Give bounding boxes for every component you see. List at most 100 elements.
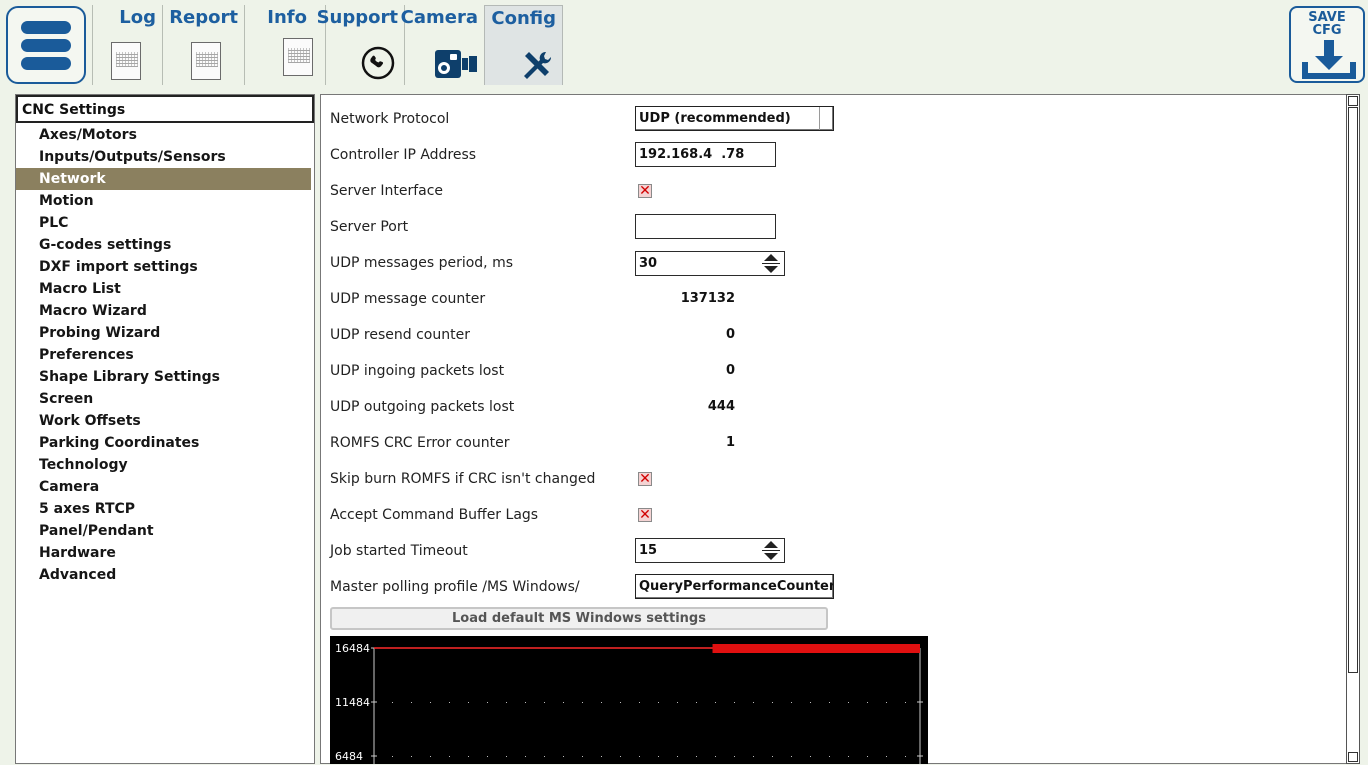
scroll-thumb[interactable]: [1348, 107, 1358, 673]
chart-grid-dot: [772, 756, 773, 757]
udp-in-lost-value: 0: [725, 363, 735, 378]
udp-period-spinbox[interactable]: 30: [635, 251, 785, 276]
server-port-label: Server Port: [330, 219, 409, 235]
sidebar-item-camera[interactable]: Camera: [16, 476, 314, 498]
sidebar-item-work-offsets[interactable]: Work Offsets: [16, 410, 314, 432]
chart-grid-dot: [829, 702, 830, 703]
save-config-button[interactable]: SAVE CFG: [1289, 6, 1365, 83]
sidebar-item-macro-list[interactable]: Macro List: [16, 278, 314, 300]
tree-list: Axes/Motors Inputs/Outputs/Sensors Network…: [16, 124, 314, 586]
sidebar-item-dxf-import-settings[interactable]: DXF import settings: [16, 256, 314, 278]
tab-log[interactable]: Log: [92, 5, 162, 85]
menu-bar-icon: [21, 39, 71, 52]
scroll-down-button[interactable]: [1348, 752, 1358, 762]
network-protocol-select[interactable]: UDP (recommended): [635, 106, 834, 131]
tab-report[interactable]: Report: [162, 5, 244, 85]
chart-grid-dot: [449, 756, 450, 757]
chart-grid-dot: [411, 756, 412, 757]
scroll-up-button[interactable]: [1348, 96, 1358, 106]
accept-lags-checkbox[interactable]: ✕: [638, 507, 652, 523]
polling-profile-label: Master polling profile /MS Windows/: [330, 579, 580, 595]
chart-grid-dot: [639, 756, 640, 757]
accept-lags-label: Accept Command Buffer Lags: [330, 507, 539, 523]
network-protocol-label: Network Protocol: [330, 111, 450, 127]
menu-bar-icon: [21, 57, 71, 70]
udp-counter-label: UDP message counter: [330, 291, 486, 307]
sidebar-item-macro-wizard[interactable]: Macro Wizard: [16, 300, 314, 322]
x-mark-icon: ✕: [639, 183, 651, 199]
chart-grid-dot: [430, 756, 431, 757]
job-timeout-spinbox[interactable]: 15: [635, 538, 785, 563]
vertical-scrollbar[interactable]: [1346, 94, 1360, 764]
sidebar-item-plc[interactable]: PLC: [16, 212, 314, 234]
polling-profile-select[interactable]: QueryPerformanceCounter: [635, 574, 834, 599]
dropdown-icon: [819, 107, 833, 130]
sidebar-item-inputs-outputs-sensors[interactable]: Inputs/Outputs/Sensors: [16, 146, 314, 168]
sidebar-item-shape-library-settings[interactable]: Shape Library Settings: [16, 366, 314, 388]
chart-grid-dot: [829, 756, 830, 757]
skip-burn-label: Skip burn ROMFS if CRC isn't changed: [330, 471, 596, 487]
udp-out-lost-value: 444: [707, 399, 735, 414]
chart-grid-dot: [525, 702, 526, 703]
chart-grid-dot: [639, 702, 640, 703]
chart-grid-dot: [810, 756, 811, 757]
sidebar-item-technology[interactable]: Technology: [16, 454, 314, 476]
sidebar-item-parking-coordinates[interactable]: Parking Coordinates: [16, 432, 314, 454]
document-icon: [111, 42, 141, 80]
sidebar-item-advanced[interactable]: Advanced: [16, 564, 314, 586]
job-timeout-label: Job started Timeout: [330, 543, 468, 559]
skip-burn-checkbox[interactable]: ✕: [638, 471, 652, 487]
chart-grid-dot: [753, 756, 754, 757]
chart-grid-dot: [905, 702, 906, 703]
sidebar-item-motion[interactable]: Motion: [16, 190, 314, 212]
chart-grid-dot: [715, 702, 716, 703]
chart-grid-dot: [620, 702, 621, 703]
chart-grid-dot: [886, 702, 887, 703]
phone-icon: [361, 46, 395, 80]
tab-info[interactable]: Info: [244, 5, 313, 85]
chart-grid-dot: [886, 756, 887, 757]
sidebar-item-preferences[interactable]: Preferences: [16, 344, 314, 366]
sidebar-item-screen[interactable]: Screen: [16, 388, 314, 410]
app-window: Log Report Info Support Camera Config SA…: [0, 0, 1368, 765]
server-port-input[interactable]: [635, 214, 776, 239]
settings-tree: CNC Settings Axes/Motors Inputs/Outputs/S…: [15, 94, 315, 764]
sidebar-item-axes-motors[interactable]: Axes/Motors: [16, 124, 314, 146]
chart-svg: 16484 11484 6484: [335, 642, 923, 764]
chart-grid-dot: [582, 756, 583, 757]
chart-grid-dot: [658, 756, 659, 757]
chart-grid-dot: [848, 756, 849, 757]
chart-grid-dot: [734, 756, 735, 757]
tab-camera[interactable]: Camera: [401, 5, 484, 85]
udp-in-lost-label: UDP ingoing packets lost: [330, 363, 505, 379]
sidebar-item-g-codes-settings[interactable]: G-codes settings: [16, 234, 314, 256]
spin-arrows-icon[interactable]: [761, 541, 781, 560]
sidebar-item-probing-wizard[interactable]: Probing Wizard: [16, 322, 314, 344]
chart-grid-dot: [696, 702, 697, 703]
tab-support[interactable]: Support: [317, 5, 404, 85]
sidebar-item-panel-pendant[interactable]: Panel/Pendant: [16, 520, 314, 542]
chart-grid-dot: [696, 756, 697, 757]
server-interface-checkbox[interactable]: ✕: [638, 183, 652, 199]
sidebar-item-network[interactable]: Network: [16, 168, 311, 190]
chart-grid-dot: [487, 756, 488, 757]
sidebar-item-hardware[interactable]: Hardware: [16, 542, 314, 564]
udp-resend-value: 0: [725, 327, 735, 342]
chart-grid-dot: [867, 756, 868, 757]
main-menu-button[interactable]: [6, 6, 86, 84]
spin-arrows-icon[interactable]: [761, 254, 781, 273]
chart-grid-dot: [430, 702, 431, 703]
chart-grid-dot: [791, 756, 792, 757]
load-defaults-button[interactable]: Load default MS Windows settings: [330, 607, 828, 630]
sidebar-item-5-axes-rtcp[interactable]: 5 axes RTCP: [16, 498, 314, 520]
chart-grid-dot: [715, 756, 716, 757]
chart-grid-dot: [411, 702, 412, 703]
chart-grid-dot: [658, 702, 659, 703]
tree-root[interactable]: CNC Settings: [16, 95, 314, 123]
controller-ip-input[interactable]: 192.168.4 .78: [635, 142, 776, 167]
document-icon: [283, 38, 313, 76]
chart-grid-dot: [392, 756, 393, 757]
x-mark-icon: ✕: [639, 471, 651, 487]
download-icon: [1302, 40, 1356, 79]
tab-config[interactable]: Config: [484, 5, 563, 85]
